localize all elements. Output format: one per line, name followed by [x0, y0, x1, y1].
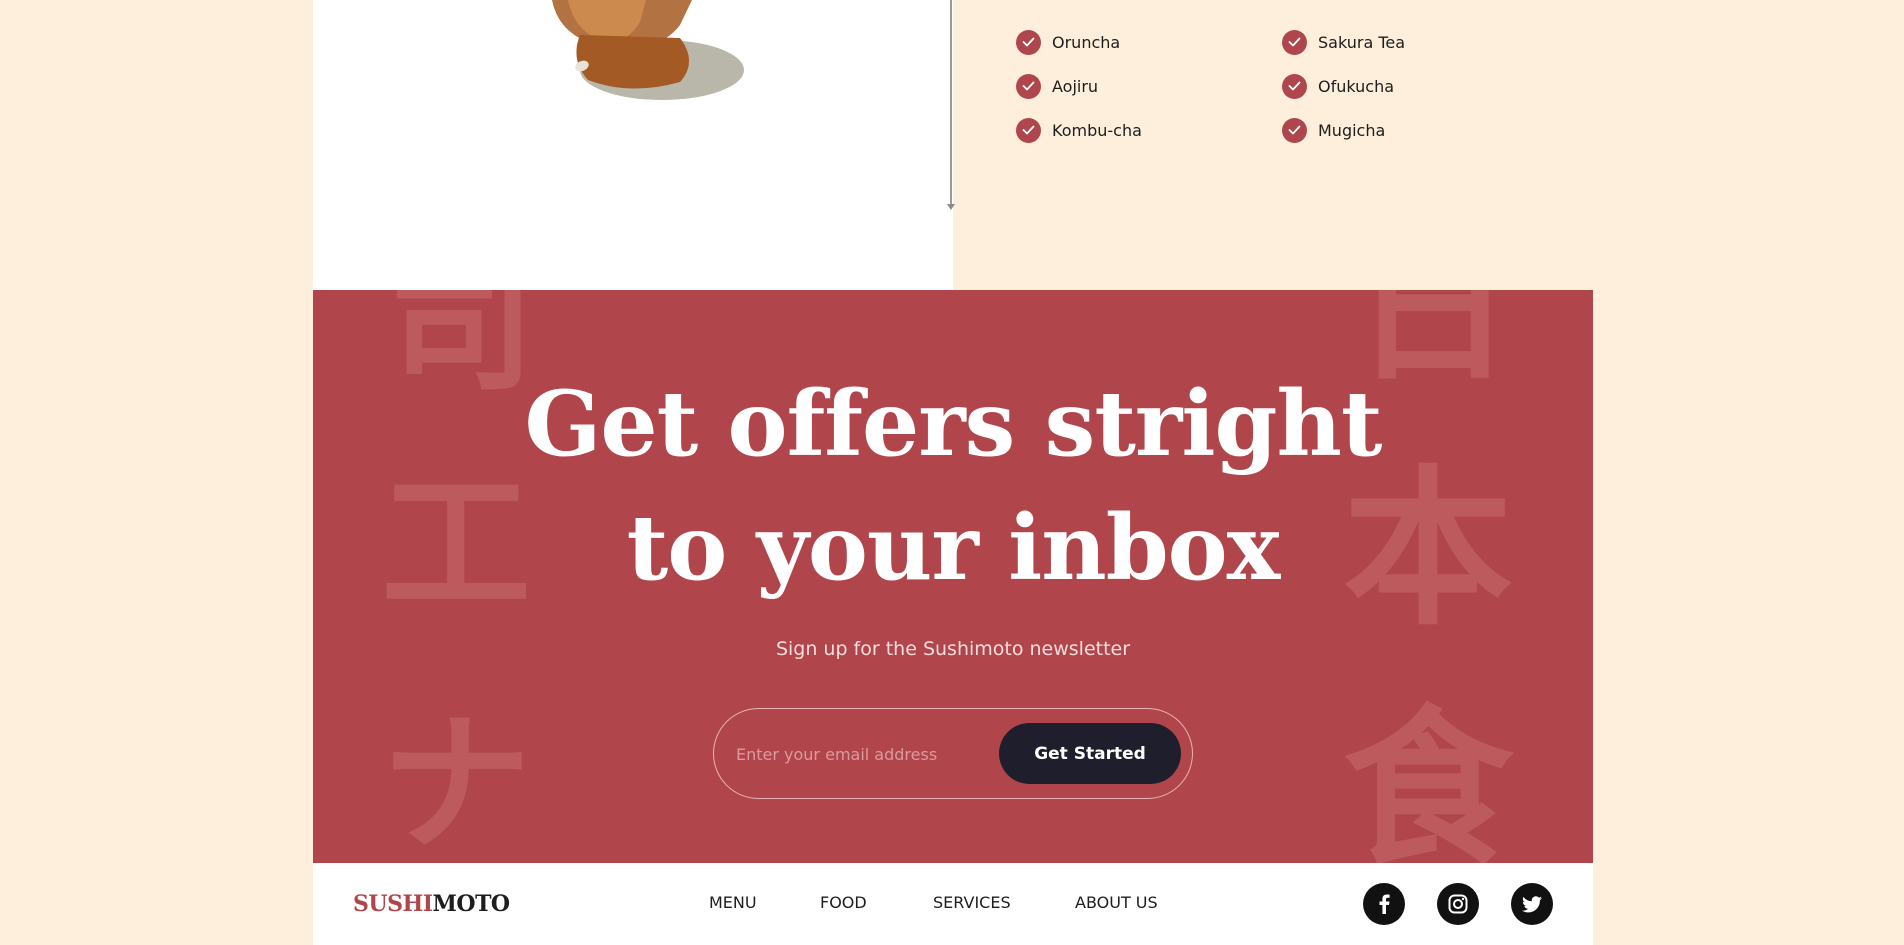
nav-services[interactable]: SERVICES	[933, 893, 1011, 912]
logo[interactable]: SUSHIMOTO	[353, 891, 510, 917]
scrollbar-track[interactable]	[950, 0, 952, 208]
tea-label: Ofukucha	[1318, 76, 1395, 96]
footer: SUSHIMOTO MENU FOOD SERVICES ABOUT US	[313, 863, 1593, 945]
newsletter-headline: Get offers stright to your inbox	[313, 362, 1593, 610]
tea-label: Sakura Tea	[1318, 32, 1406, 52]
background-kanji: 食	[1343, 691, 1514, 863]
instagram-icon[interactable]	[1437, 883, 1479, 925]
facebook-icon[interactable]	[1363, 883, 1405, 925]
twitter-icon[interactable]	[1511, 883, 1553, 925]
list-item: Oruncha	[1016, 29, 1120, 55]
tea-label: Oruncha	[1052, 32, 1121, 52]
logo-part-2: MOTO	[432, 891, 511, 917]
list-item: Ofukucha	[1282, 73, 1394, 99]
headline-line-1: Get offers stright	[524, 371, 1383, 477]
check-icon	[1016, 29, 1041, 55]
check-icon	[1016, 73, 1041, 99]
scroll-down-arrow[interactable]	[947, 204, 955, 210]
list-item: Sakura Tea	[1282, 29, 1405, 55]
signup-form: Get Started	[713, 708, 1193, 799]
top-section: Oruncha Aojiru Kombu-cha Sakura Tea Ofuk…	[0, 0, 1904, 290]
background-kanji: ナ	[381, 698, 532, 863]
get-started-button[interactable]: Get Started	[999, 723, 1181, 784]
check-icon	[1282, 117, 1307, 143]
teapot-illustration	[552, 0, 744, 100]
tea-label: Kombu-cha	[1052, 120, 1142, 140]
nav-food[interactable]: FOOD	[820, 893, 867, 912]
tea-label: Aojiru	[1052, 76, 1099, 96]
newsletter-section: 司 工 ナ 日 本 食 Get offers stright to your i…	[313, 290, 1593, 863]
check-icon	[1282, 73, 1307, 99]
email-field[interactable]	[736, 735, 986, 773]
tea-label: Mugicha	[1318, 120, 1386, 140]
check-icon	[1282, 29, 1307, 55]
nav-about-us[interactable]: ABOUT US	[1075, 893, 1158, 912]
list-item: Mugicha	[1282, 117, 1385, 143]
list-item: Aojiru	[1016, 73, 1098, 99]
logo-part-1: SUSHI	[353, 891, 433, 917]
check-icon	[1016, 117, 1041, 143]
list-item: Kombu-cha	[1016, 117, 1142, 143]
nav-menu[interactable]: MENU	[709, 893, 757, 912]
headline-line-2: to your inbox	[626, 495, 1281, 601]
newsletter-subline: Sign up for the Sushimoto newsletter	[775, 638, 1131, 660]
